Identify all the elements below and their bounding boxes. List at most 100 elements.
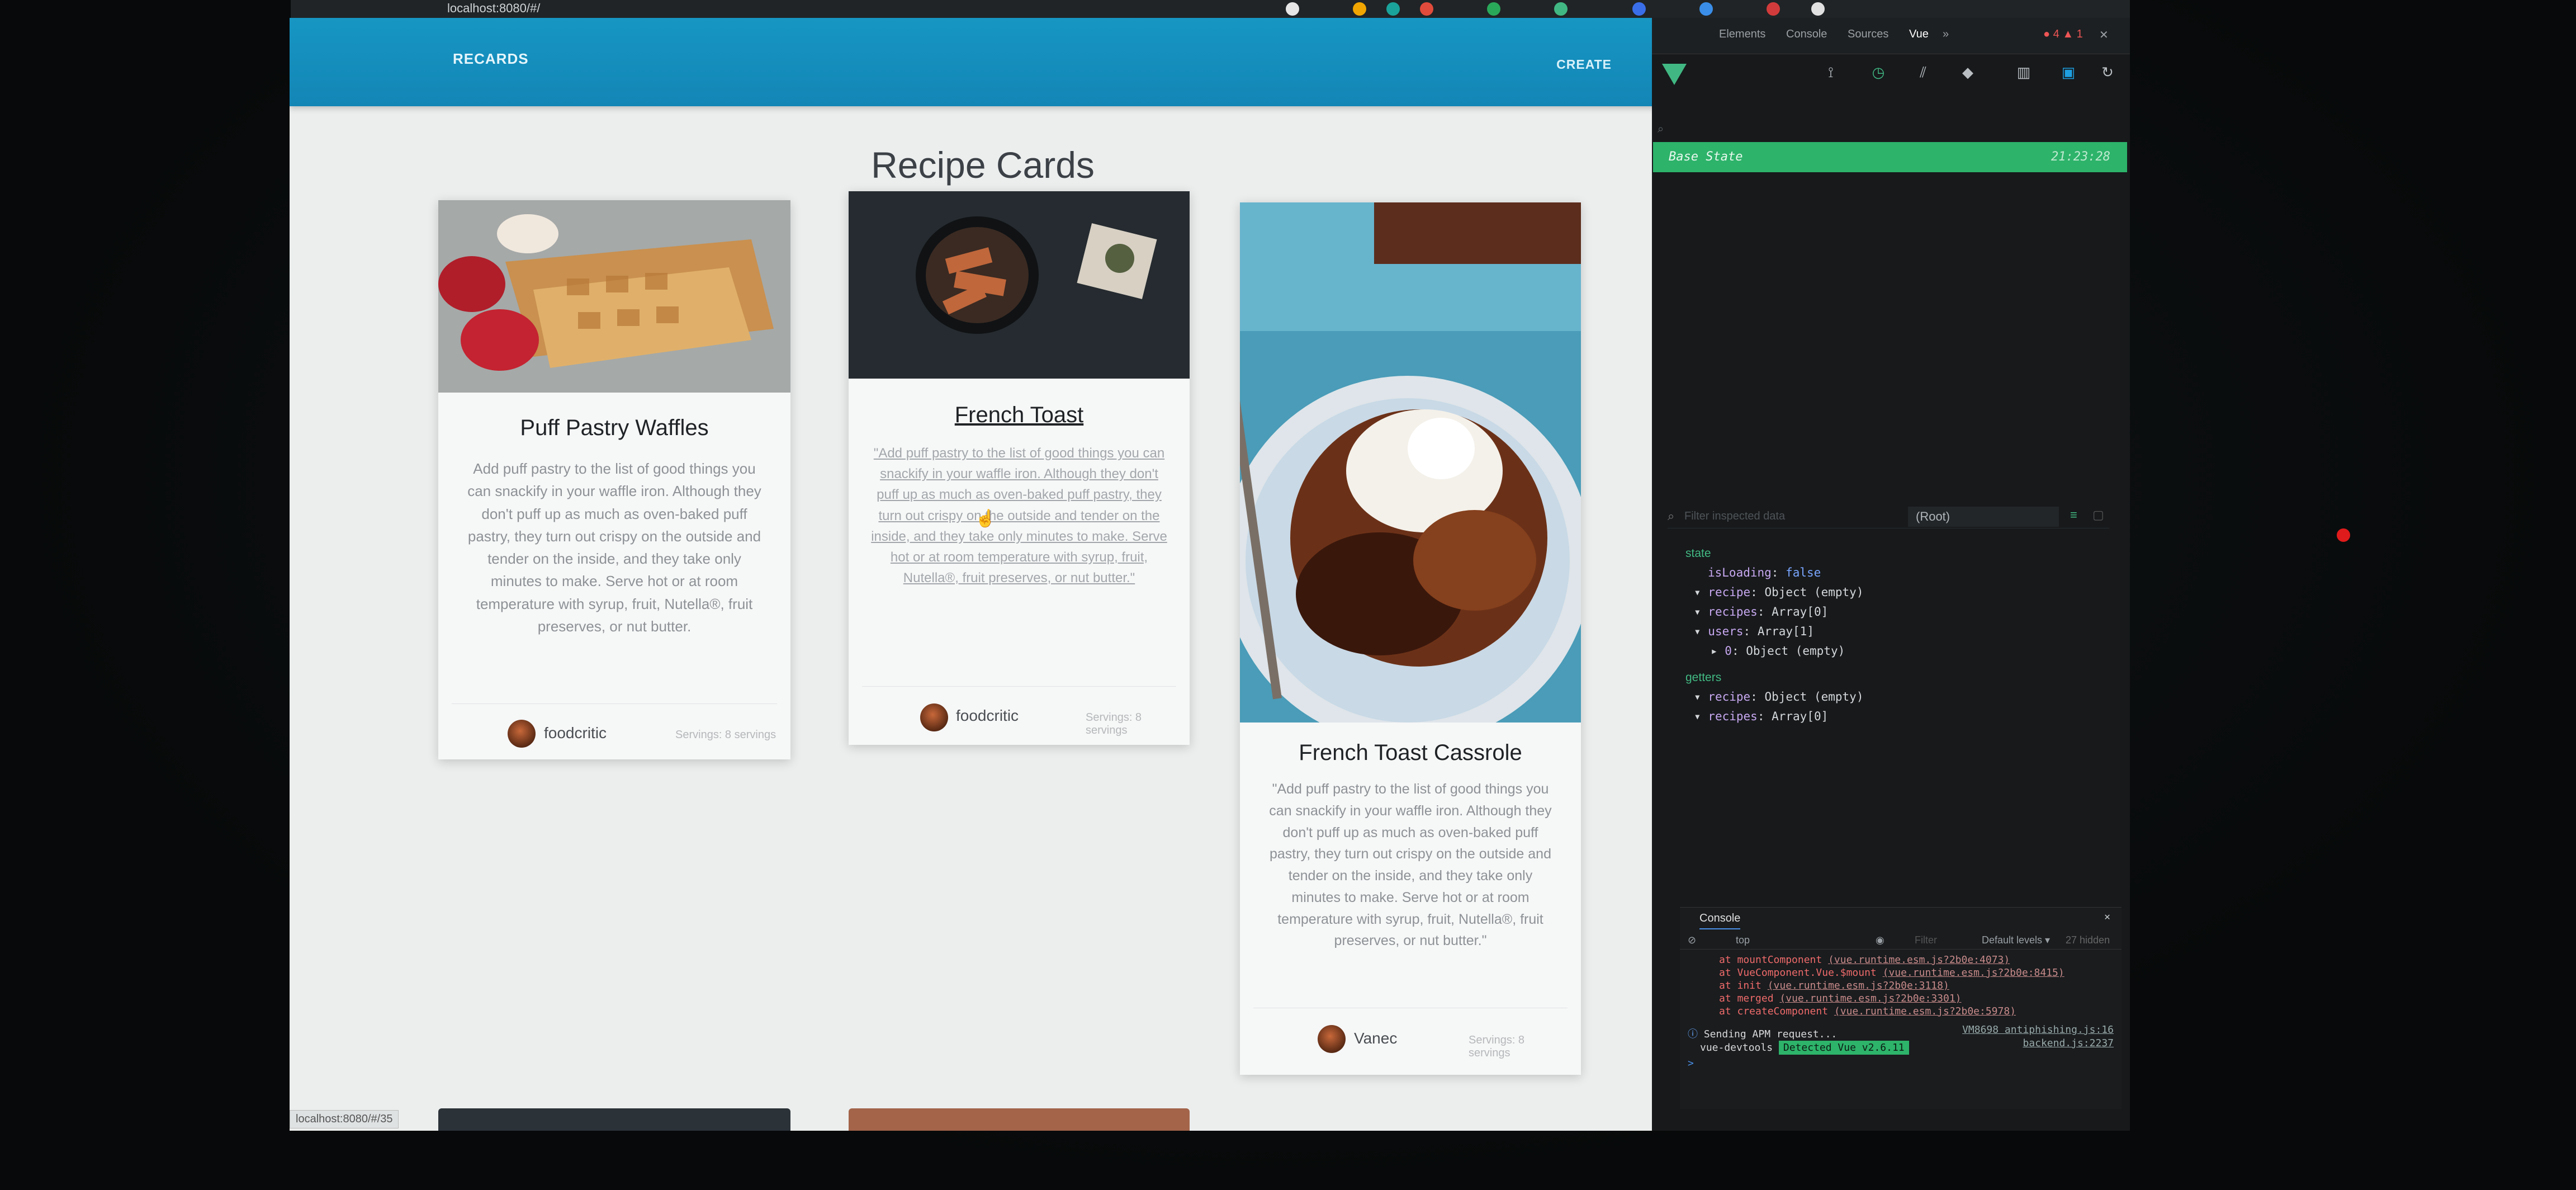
vuex-icon[interactable]: ◷ — [1870, 64, 1887, 81]
create-button[interactable]: CREATE — [1556, 57, 1612, 72]
tree-value: Array[1] — [1757, 625, 1814, 638]
recipe-card[interactable]: French Toast "Add puff pastry to the lis… — [849, 191, 1190, 745]
base-state-row[interactable]: Base State 21:23:28 — [1653, 142, 2127, 172]
tree-value: false — [1786, 566, 1821, 579]
log-source-link[interactable]: backend.js:2237 — [2023, 1037, 2114, 1049]
console-filter-input[interactable]: Filter — [1915, 934, 1937, 946]
tree-key: recipe — [1708, 585, 1751, 599]
brand-logo[interactable]: RECARDS — [453, 50, 529, 68]
tab-elements[interactable]: Elements — [1719, 28, 1765, 41]
extension-icon[interactable] — [1353, 2, 1366, 16]
refresh-icon[interactable]: ↻ — [2099, 64, 2116, 81]
settings-icon[interactable]: ▣ — [2060, 64, 2077, 81]
author-name[interactable]: Vanec — [1354, 1030, 1397, 1047]
extension-icon[interactable] — [1699, 2, 1713, 16]
search-icon: ⌕ — [1668, 509, 1675, 523]
base-state-time: 21:23:28 — [2051, 150, 2110, 164]
recipe-title[interactable]: French Toast Cassrole — [1240, 740, 1581, 766]
expand-icon[interactable]: ▸ — [1711, 644, 1725, 658]
routing-icon[interactable]: ◆ — [1959, 64, 1976, 81]
page-title: Recipe Cards — [871, 144, 1095, 186]
clear-console-icon[interactable]: ⊘ — [1688, 934, 1696, 946]
extension-icon[interactable] — [1487, 2, 1500, 16]
recording-dot-icon — [2337, 528, 2350, 542]
close-icon[interactable]: ✕ — [2099, 28, 2109, 42]
filter-input[interactable]: Filter inspected data — [1684, 510, 1785, 523]
address-bar[interactable]: localhost:8080/#/ — [447, 1, 540, 16]
app-toolbar: RECARDS CREATE — [290, 18, 1676, 106]
tree-value: Object (empty) — [1764, 585, 1864, 599]
base-state-label: Base State — [1669, 150, 1743, 164]
tree-key: recipe — [1708, 690, 1751, 703]
tab-sources[interactable]: Sources — [1848, 28, 1888, 41]
getters-section-label[interactable]: getters — [1685, 671, 1721, 684]
console-prompt[interactable]: > — [1688, 1057, 1694, 1069]
author-name[interactable]: foodcritic — [544, 724, 607, 742]
vue-detected-badge: Detected Vue v2.6.11 — [1778, 1041, 1909, 1055]
error-count-icon[interactable]: ● 4 ▲ 1 — [2043, 28, 2083, 41]
root-select[interactable]: (Root) — [1908, 507, 2059, 527]
recipe-title[interactable]: Puff Pastry Waffles — [438, 415, 790, 441]
extension-icon[interactable] — [1286, 2, 1299, 16]
stack-link[interactable]: (vue.runtime.esm.js?2b0e:4073) — [1828, 954, 2010, 966]
expand-icon[interactable]: ▾ — [1694, 690, 1708, 703]
error-stack: at mountComponent (vue.runtime.esm.js?2b… — [1719, 953, 2064, 1018]
performance-icon[interactable]: ▥ — [2015, 64, 2032, 81]
events-icon[interactable]: ⫽ — [1915, 64, 1931, 81]
card-footer: foodcritic Servings: 8 servings — [452, 703, 777, 760]
state-tree: state isLoading: false ▾ recipe: Object … — [1685, 547, 1864, 723]
log-source-link[interactable]: VM8698 antiphishing.js:16 — [1962, 1024, 2114, 1036]
recipe-card-next[interactable] — [438, 1108, 790, 1131]
stack-link[interactable]: (vue.runtime.esm.js?2b0e:8415) — [1883, 967, 2064, 979]
profile-icon[interactable] — [1811, 2, 1825, 16]
stack-link[interactable]: (vue.runtime.esm.js?2b0e:3301) — [1779, 993, 1961, 1004]
state-section-label[interactable]: state — [1685, 547, 1711, 560]
hidden-count: 27 hidden — [2066, 934, 2110, 946]
avatar — [920, 703, 948, 731]
tree-key: 0 — [1725, 644, 1732, 658]
vue-extension-icon[interactable] — [1554, 2, 1568, 16]
expand-icon[interactable]: ▾ — [1694, 625, 1708, 638]
console-tab[interactable]: Console — [1699, 912, 1741, 929]
extension-icon[interactable] — [1632, 2, 1646, 16]
tree-key: users — [1708, 625, 1744, 638]
recipe-description: "Add puff pastry to the list of good thi… — [1269, 781, 1552, 949]
recipe-title[interactable]: French Toast — [849, 403, 1190, 428]
expand-icon[interactable]: ▾ — [1694, 605, 1708, 618]
inspector-filter[interactable]: ⌕ Filter inspected data (Root) ≡ ▢ — [1668, 503, 2109, 528]
browser-toolbar: localhost:8080/#/ — [291, 0, 2130, 19]
expand-icon[interactable]: ▾ — [1694, 710, 1708, 723]
tab-console[interactable]: Console — [1786, 28, 1827, 41]
mutations-filter[interactable]: ⌕ — [1658, 123, 2105, 142]
extension-icon[interactable] — [1767, 2, 1780, 16]
app-viewport: RECARDS CREATE Recipe Cards Puff Pastry … — [290, 18, 1676, 1131]
tree-key: recipes — [1708, 605, 1758, 618]
servings-label: Servings: 8 servings — [1469, 1034, 1525, 1059]
tree-key: recipes — [1708, 710, 1758, 723]
recipe-card[interactable]: Puff Pastry Waffles Add puff pastry to t… — [438, 200, 790, 759]
stack-link[interactable]: (vue.runtime.esm.js?2b0e:3118) — [1768, 980, 1949, 991]
tree-value: Object (empty) — [1764, 690, 1864, 703]
recipe-card-next[interactable] — [849, 1108, 1190, 1131]
author-name[interactable]: foodcritic — [956, 707, 1019, 725]
extension-icon[interactable] — [1386, 2, 1400, 16]
tab-more[interactable]: » — [1943, 28, 1949, 41]
context-select[interactable]: top — [1736, 934, 1750, 946]
eye-icon[interactable]: ◉ — [1876, 934, 1884, 946]
tab-vue[interactable]: Vue — [1909, 28, 1929, 41]
stack-line: at init — [1719, 980, 1761, 991]
expand-icon[interactable]: ▾ — [1694, 585, 1708, 599]
stack-link[interactable]: (vue.runtime.esm.js?2b0e:5978) — [1834, 1005, 2016, 1017]
filter-icon[interactable]: ≡ — [2070, 508, 2077, 522]
copy-icon[interactable]: ▢ — [2092, 508, 2104, 522]
recipe-image-casserole — [1240, 202, 1581, 722]
recipe-card[interactable]: French Toast Cassrole "Add puff pastry t… — [1240, 202, 1581, 1075]
extension-icon[interactable] — [1420, 2, 1433, 16]
stack-line: at mountComponent — [1719, 954, 1822, 966]
log-text: vue-devtools — [1700, 1042, 1773, 1054]
levels-select[interactable]: Default levels ▾ — [1982, 934, 2050, 946]
recipe-description: Add puff pastry to the list of good thin… — [467, 460, 761, 635]
components-icon[interactable]: ⟟ — [1822, 64, 1839, 81]
close-icon[interactable]: ✕ — [2104, 911, 2110, 923]
avatar — [1318, 1025, 1346, 1053]
